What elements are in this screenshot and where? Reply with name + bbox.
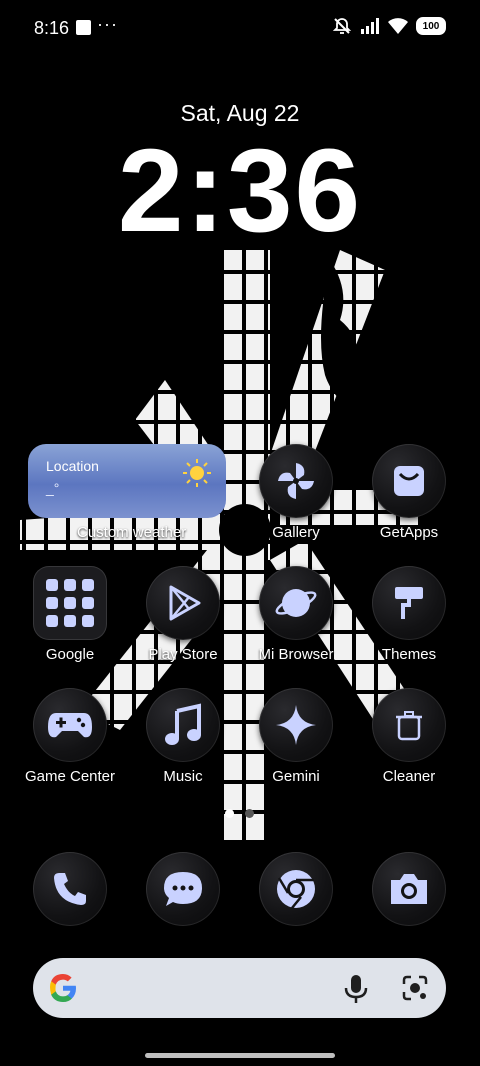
music-label: Music: [163, 768, 203, 785]
page-dot-active[interactable]: [225, 809, 234, 818]
maps-icon: [82, 579, 94, 591]
gemini-label: Gemini: [272, 768, 320, 785]
music-note-icon: [165, 703, 201, 745]
gallery-button[interactable]: [259, 444, 333, 518]
messages-icon: [164, 872, 202, 906]
app-getapps[interactable]: GetApps: [359, 444, 459, 541]
app-cleaner[interactable]: Cleaner: [359, 688, 459, 785]
getapps-label: GetApps: [379, 524, 439, 541]
battery-level: 100: [422, 20, 440, 32]
app-gemini[interactable]: Gemini: [246, 688, 346, 785]
gallery-label: Gallery: [272, 524, 320, 541]
dock-messages[interactable]: [133, 852, 233, 926]
dock-phone[interactable]: [20, 852, 120, 926]
folder-google[interactable]: Google: [20, 566, 120, 663]
weather-widget-label: Custom weather: [77, 524, 187, 541]
weather-widget-label-wrap: Custom weather: [77, 524, 187, 541]
paint-roller-icon: [395, 587, 423, 619]
dock-camera[interactable]: [359, 852, 459, 926]
weather-widget[interactable]: Location _°: [28, 444, 226, 518]
gamepad-icon: [48, 713, 92, 738]
status-time: 8:16: [34, 18, 70, 38]
trash-can-icon: [396, 711, 422, 741]
drive-icon: [46, 615, 58, 627]
app-gallery[interactable]: Gallery: [246, 444, 346, 541]
phone-button[interactable]: [33, 852, 107, 926]
weather-temperature: _°: [46, 480, 60, 496]
google-app-icon: [46, 579, 58, 591]
play-store-button[interactable]: [146, 566, 220, 640]
more-notifications-icon: ···: [97, 14, 118, 34]
notification-square-icon: [76, 20, 91, 35]
microphone-icon[interactable]: [343, 974, 369, 1004]
lockscreen-date: Sat, Aug 22: [180, 100, 300, 126]
google-folder-label: Google: [45, 646, 95, 663]
google-g-icon: [50, 974, 76, 1002]
cleaner-button[interactable]: [372, 688, 446, 762]
photos-icon: [82, 615, 94, 627]
mute-icon: [332, 18, 352, 34]
pinwheel-icon: [278, 463, 314, 499]
app-game-center[interactable]: Game Center: [20, 688, 120, 785]
battery-icon: 100: [416, 17, 446, 35]
camera-button[interactable]: [372, 852, 446, 926]
status-icons: 100: [332, 16, 446, 36]
meet-icon: [64, 615, 76, 627]
wifi-icon: [388, 18, 408, 34]
gemini-button[interactable]: [259, 688, 333, 762]
gesture-bar[interactable]: [145, 1053, 335, 1058]
app-music[interactable]: Music: [133, 688, 233, 785]
phone-icon: [54, 873, 86, 905]
game-center-button[interactable]: [33, 688, 107, 762]
lens-icon[interactable]: [401, 974, 429, 1002]
play-store-label: Play Store: [148, 646, 218, 663]
mi-browser-label: Mi Browser: [258, 646, 334, 663]
app-themes[interactable]: Themes: [359, 566, 459, 663]
assistant-icon: [64, 597, 76, 609]
planet-icon: [275, 589, 317, 617]
folder-icon[interactable]: [33, 566, 107, 640]
shopping-bag-icon: [394, 466, 424, 496]
chrome-button[interactable]: [259, 852, 333, 926]
gmail-icon: [64, 579, 76, 591]
chrome-icon: [277, 870, 315, 909]
game-center-label: Game Center: [24, 768, 116, 785]
weather-location: Location: [46, 458, 99, 474]
dock-chrome[interactable]: [246, 852, 346, 926]
camera-icon: [391, 874, 427, 904]
play-icon: [82, 597, 94, 609]
app-mi-browser[interactable]: Mi Browser: [246, 566, 346, 663]
google-search-bar[interactable]: [33, 958, 446, 1018]
lockscreen-clock: 2:36: [117, 125, 363, 257]
mi-browser-button[interactable]: [259, 566, 333, 640]
signal-icon: [361, 18, 379, 34]
page-dot[interactable]: [245, 809, 254, 818]
app-play-store[interactable]: Play Store: [133, 566, 233, 663]
music-button[interactable]: [146, 688, 220, 762]
youtube-icon: [46, 597, 58, 609]
play-triangle-icon: [169, 585, 201, 621]
sparkle-icon: [276, 705, 316, 745]
sun-icon: [183, 459, 211, 487]
themes-button[interactable]: [372, 566, 446, 640]
cleaner-label: Cleaner: [382, 768, 436, 785]
themes-label: Themes: [381, 646, 437, 663]
getapps-button[interactable]: [372, 444, 446, 518]
messages-button[interactable]: [146, 852, 220, 926]
